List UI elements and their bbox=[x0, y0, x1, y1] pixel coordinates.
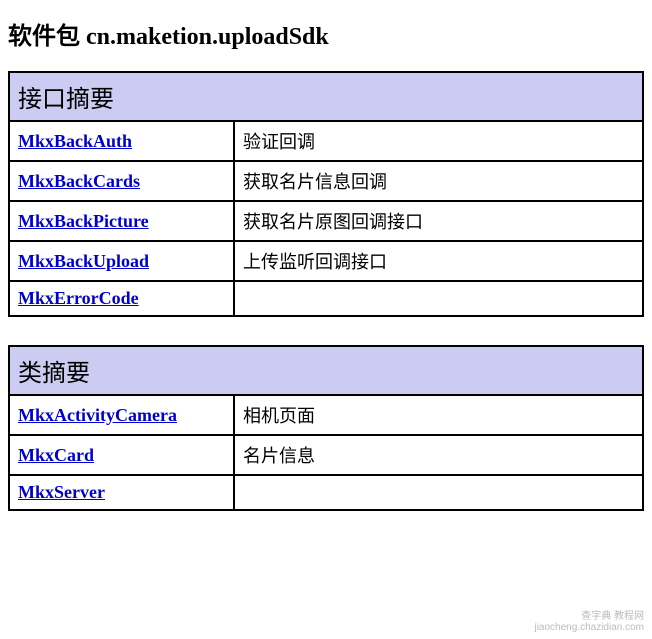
interface-link[interactable]: MkxBackUpload bbox=[18, 251, 149, 271]
table-row: MkxErrorCode bbox=[9, 281, 643, 316]
watermark: 查字典 教程网 jiaocheng.chazidian.com bbox=[534, 611, 644, 633]
interface-link[interactable]: MkxBackCards bbox=[18, 171, 140, 191]
interface-link[interactable]: MkxErrorCode bbox=[18, 288, 139, 308]
class-desc: 相机页面 bbox=[234, 395, 643, 435]
interface-desc bbox=[234, 281, 643, 316]
class-desc: 名片信息 bbox=[234, 435, 643, 475]
table-row: MkxServer bbox=[9, 475, 643, 510]
interface-desc: 上传监听回调接口 bbox=[234, 241, 643, 281]
watermark-line2: jiaocheng.chazidian.com bbox=[534, 622, 644, 633]
title-prefix: 软件包 bbox=[8, 24, 86, 50]
table-row: MkxCard 名片信息 bbox=[9, 435, 643, 475]
class-desc bbox=[234, 475, 643, 510]
interface-desc: 获取名片原图回调接口 bbox=[234, 201, 643, 241]
watermark-line1: 查字典 教程网 bbox=[534, 611, 644, 622]
interface-link[interactable]: MkxBackAuth bbox=[18, 131, 132, 151]
table-row: MkxBackPicture 获取名片原图回调接口 bbox=[9, 201, 643, 241]
class-link[interactable]: MkxCard bbox=[18, 445, 94, 465]
table-row: MkxBackAuth 验证回调 bbox=[9, 121, 643, 161]
interface-desc: 获取名片信息回调 bbox=[234, 161, 643, 201]
table-row: MkxBackUpload 上传监听回调接口 bbox=[9, 241, 643, 281]
interface-link[interactable]: MkxBackPicture bbox=[18, 211, 149, 231]
page-title: 软件包 cn.maketion.uploadSdk bbox=[8, 16, 644, 51]
interface-desc: 验证回调 bbox=[234, 121, 643, 161]
table-row: MkxActivityCamera 相机页面 bbox=[9, 395, 643, 435]
table-row: MkxBackCards 获取名片信息回调 bbox=[9, 161, 643, 201]
interface-summary-table: 接口摘要 MkxBackAuth 验证回调 MkxBackCards 获取名片信… bbox=[8, 71, 644, 317]
title-package: cn.maketion.uploadSdk bbox=[86, 24, 329, 50]
interface-summary-header: 接口摘要 bbox=[9, 72, 643, 121]
class-link[interactable]: MkxActivityCamera bbox=[18, 405, 177, 425]
class-summary-header: 类摘要 bbox=[9, 346, 643, 395]
class-link[interactable]: MkxServer bbox=[18, 482, 105, 502]
class-summary-table: 类摘要 MkxActivityCamera 相机页面 MkxCard 名片信息 … bbox=[8, 345, 644, 511]
